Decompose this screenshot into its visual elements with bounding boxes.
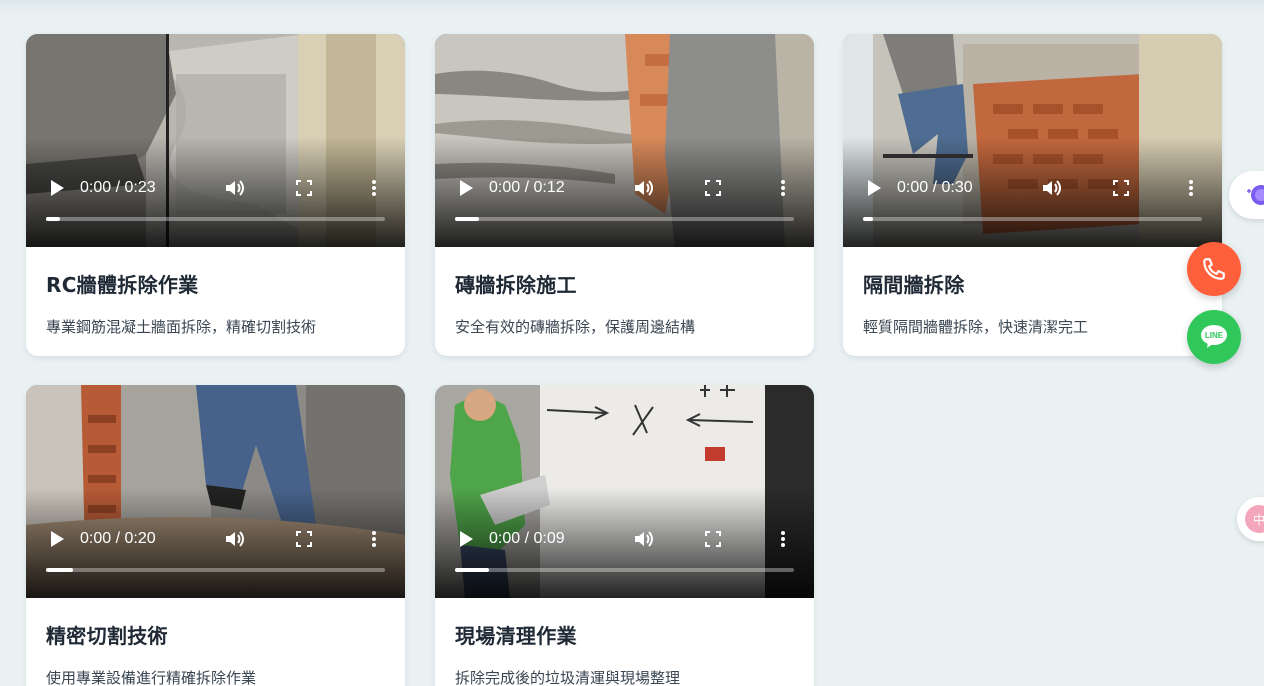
- volume-icon[interactable]: [632, 528, 654, 550]
- play-icon[interactable]: [460, 180, 473, 196]
- progress-bar[interactable]: [455, 217, 794, 221]
- card-description: 安全有效的磚牆拆除，保護周邊結構: [455, 318, 696, 336]
- progress-fill: [46, 217, 60, 221]
- line-chat-button[interactable]: LINE: [1187, 310, 1241, 364]
- more-vertical-icon[interactable]: [1180, 177, 1202, 199]
- play-icon[interactable]: [868, 180, 881, 196]
- control-icons: [223, 528, 385, 550]
- play-icon[interactable]: [51, 180, 64, 196]
- progress-fill: [455, 568, 489, 572]
- card-title: 隔間牆拆除: [863, 273, 965, 297]
- page: 0:00 / 0:23 RC牆體拆除作業 專業鋼筋混凝土牆面拆除，精確切割技術 …: [0, 0, 1264, 686]
- video-time: 0:00 / 0:09: [489, 530, 565, 547]
- progress-bar[interactable]: [863, 217, 1202, 221]
- progress-fill: [863, 217, 874, 221]
- video-time: 0:00 / 0:20: [80, 530, 156, 547]
- video-player[interactable]: 0:00 / 0:23: [26, 34, 405, 247]
- card-title: 精密切割技術: [46, 624, 168, 648]
- video-card: 0:00 / 0:23 RC牆體拆除作業 專業鋼筋混凝土牆面拆除，精確切割技術: [26, 34, 405, 356]
- language-icon: 中: [1245, 505, 1264, 533]
- progress-bar[interactable]: [46, 217, 385, 221]
- play-icon[interactable]: [51, 531, 64, 547]
- volume-icon[interactable]: [1040, 177, 1062, 199]
- fullscreen-icon[interactable]: [1110, 177, 1132, 199]
- card-description: 拆除完成後的垃圾清運與現場整理: [455, 669, 681, 686]
- more-vertical-icon[interactable]: [772, 528, 794, 550]
- volume-icon[interactable]: [632, 177, 654, 199]
- video-card: 0:00 / 0:12 磚牆拆除施工 安全有效的磚牆拆除，保護周邊結構: [435, 34, 814, 356]
- card-title: 現場清理作業: [455, 624, 577, 648]
- assistant-icon: [1247, 185, 1264, 205]
- top-shadow: [0, 0, 1264, 14]
- more-vertical-icon[interactable]: [363, 177, 385, 199]
- card-description: 輕質隔間牆體拆除，快速清潔完工: [863, 318, 1089, 336]
- fullscreen-icon[interactable]: [293, 528, 315, 550]
- video-controls: 0:00 / 0:20: [46, 525, 385, 553]
- more-vertical-icon[interactable]: [772, 177, 794, 199]
- progress-bar[interactable]: [455, 568, 794, 572]
- card-body: 磚牆拆除施工 安全有效的磚牆拆除，保護周邊結構: [435, 247, 814, 337]
- card-description: 使用專業設備進行精確拆除作業: [46, 669, 257, 686]
- phone-icon: [1203, 258, 1225, 280]
- line-chat-icon: LINE: [1201, 325, 1227, 348]
- video-controls: 0:00 / 0:09: [455, 525, 794, 553]
- fullscreen-icon[interactable]: [702, 528, 724, 550]
- video-controls: 0:00 / 0:23: [46, 174, 385, 202]
- fullscreen-icon[interactable]: [702, 177, 724, 199]
- control-icons: [223, 177, 385, 199]
- video-controls: 0:00 / 0:12: [455, 174, 794, 202]
- line-label: LINE: [1205, 331, 1224, 340]
- video-time: 0:00 / 0:12: [489, 179, 565, 196]
- phone-call-button[interactable]: [1187, 242, 1241, 296]
- more-vertical-icon[interactable]: [363, 528, 385, 550]
- card-title: 磚牆拆除施工: [455, 273, 577, 297]
- card-body: 精密切割技術 使用專業設備進行精確拆除作業: [26, 598, 405, 686]
- card-body: 隔間牆拆除 輕質隔間牆體拆除，快速清潔完工: [843, 247, 1222, 337]
- volume-icon[interactable]: [223, 177, 245, 199]
- video-card: 0:00 / 0:20 精密切割技術 使用專業設備進行精確拆除作業: [26, 385, 405, 686]
- card-body: 現場清理作業 拆除完成後的垃圾清運與現場整理: [435, 598, 814, 686]
- video-player[interactable]: 0:00 / 0:20: [26, 385, 405, 598]
- video-player[interactable]: 0:00 / 0:12: [435, 34, 814, 247]
- progress-bar[interactable]: [46, 568, 385, 572]
- side-language-button[interactable]: 中: [1237, 497, 1264, 541]
- svg-text:中: 中: [1253, 512, 1264, 527]
- card-body: RC牆體拆除作業 專業鋼筋混凝土牆面拆除，精確切割技術: [26, 247, 405, 337]
- play-icon[interactable]: [460, 531, 473, 547]
- video-player[interactable]: 0:00 / 0:30: [843, 34, 1222, 247]
- card-title: RC牆體拆除作業: [46, 273, 199, 297]
- progress-fill: [46, 568, 74, 572]
- card-description: 專業鋼筋混凝土牆面拆除，精確切割技術: [46, 318, 317, 336]
- video-controls: 0:00 / 0:30: [863, 174, 1202, 202]
- video-time: 0:00 / 0:23: [80, 179, 156, 196]
- control-icons: [632, 528, 794, 550]
- side-assistant-button[interactable]: [1229, 171, 1264, 219]
- video-card: 0:00 / 0:09 現場清理作業 拆除完成後的垃圾清運與現場整理: [435, 385, 814, 686]
- volume-icon[interactable]: [223, 528, 245, 550]
- video-player[interactable]: 0:00 / 0:09: [435, 385, 814, 598]
- video-time: 0:00 / 0:30: [897, 179, 973, 196]
- control-icons: [1040, 177, 1202, 199]
- video-card: 0:00 / 0:30 隔間牆拆除 輕質隔間牆體拆除，快速清潔完工: [843, 34, 1222, 356]
- fullscreen-icon[interactable]: [293, 177, 315, 199]
- control-icons: [632, 177, 794, 199]
- progress-fill: [455, 217, 479, 221]
